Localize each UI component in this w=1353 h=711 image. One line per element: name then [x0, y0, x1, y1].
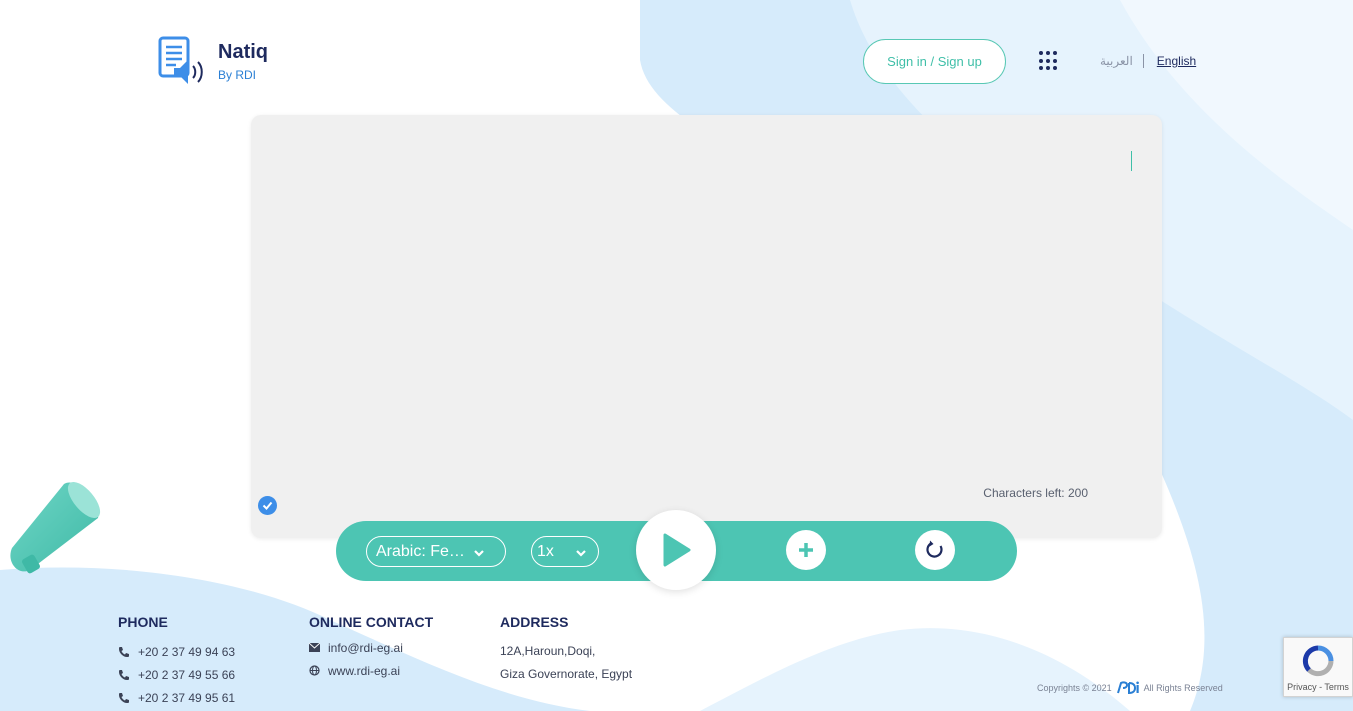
lang-divider	[1142, 54, 1144, 68]
brand-name: Natiq	[218, 41, 268, 63]
document-speaker-icon	[158, 36, 203, 84]
footer: PHONE +20 2 37 49 94 63 +20 2 37 49 55 6…	[0, 600, 1353, 711]
email-link[interactable]: info@rdi-eg.ai	[309, 636, 433, 659]
logo[interactable]: Natiq By RDI	[158, 36, 268, 86]
add-button[interactable]	[786, 530, 826, 570]
voice-select[interactable]: Arabic: Female	[366, 536, 506, 567]
language-switcher: العربية English	[1100, 54, 1196, 68]
phone-item[interactable]: +20 2 37 49 55 66	[118, 663, 235, 686]
text-caret	[1131, 151, 1132, 171]
apps-grid-icon[interactable]	[1039, 51, 1059, 71]
footer-address-column: ADDRESS 12A,Haroun,Doqi, Giza Governorat…	[500, 614, 632, 686]
speed-select[interactable]: 1x	[531, 536, 599, 567]
reset-button[interactable]	[915, 530, 955, 570]
play-button[interactable]	[636, 510, 716, 590]
voice-select-value: Arabic: Female	[376, 542, 466, 560]
chevron-down-icon	[576, 550, 586, 557]
lang-english-link[interactable]: English	[1157, 54, 1196, 68]
copyright-suffix: All Rights Reserved	[1143, 682, 1223, 693]
footer-phone-column: PHONE +20 2 37 49 94 63 +20 2 37 49 55 6…	[118, 614, 235, 709]
refresh-icon	[926, 540, 943, 558]
recaptcha-links[interactable]: Privacy - Terms	[1287, 682, 1349, 692]
phone-icon	[119, 669, 129, 680]
copyright: Copyrights © 2021 All Rights Reserved	[1037, 681, 1223, 694]
speed-select-value: 1x	[537, 542, 554, 560]
address-line: Giza Governorate, Egypt	[500, 667, 633, 681]
rdi-logo-icon	[1116, 681, 1139, 694]
phone-heading: PHONE	[118, 614, 168, 630]
phone-icon	[119, 692, 129, 703]
lang-arabic-link[interactable]: العربية	[1100, 54, 1133, 68]
envelope-icon	[309, 643, 320, 652]
recaptcha-icon	[1302, 645, 1334, 677]
globe-icon	[309, 665, 320, 676]
phone-icon	[119, 646, 129, 657]
address-line: 12A,Haroun,Doqi,	[500, 644, 596, 658]
chevron-down-icon	[474, 550, 484, 557]
play-icon	[663, 533, 691, 567]
phone-item[interactable]: +20 2 37 49 95 61	[118, 686, 235, 709]
signin-button[interactable]: Sign in / Sign up	[863, 39, 1006, 84]
contact-heading: ONLINE CONTACT	[309, 614, 434, 630]
text-input-area[interactable]: Characters left: 200	[251, 115, 1162, 538]
website-link[interactable]: www.rdi-eg.ai	[309, 659, 433, 682]
brand-subtitle: By RDI	[218, 68, 257, 82]
recaptcha-badge[interactable]: Privacy - Terms	[1283, 637, 1353, 697]
copyright-prefix: Copyrights © 2021	[1037, 682, 1112, 693]
footer-contact-column: ONLINE CONTACT info@rdi-eg.ai www.rdi-eg…	[309, 614, 433, 682]
plus-icon	[799, 543, 813, 557]
megaphone-icon	[10, 481, 101, 574]
phone-item[interactable]: +20 2 37 49 94 63	[118, 640, 235, 663]
address-heading: ADDRESS	[500, 614, 569, 630]
characters-left: Characters left: 200	[983, 486, 1088, 500]
playback-control-bar: Arabic: Female 1x	[336, 510, 1017, 590]
check-badge-icon[interactable]	[258, 496, 277, 515]
